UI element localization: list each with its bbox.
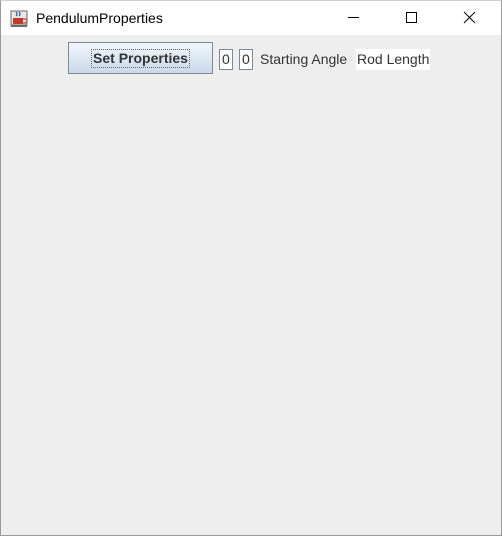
java-coffee-cup-icon[interactable]: [10, 8, 30, 28]
minimize-icon: [348, 17, 359, 18]
minimize-button[interactable]: [331, 1, 377, 35]
rod-length-label: Rod Length: [356, 49, 431, 70]
close-icon: [463, 11, 476, 24]
title-bar[interactable]: PendulumProperties: [1, 1, 501, 35]
close-button[interactable]: [446, 1, 492, 35]
window-title: PendulumProperties: [36, 10, 163, 26]
rod-length-field[interactable]: 0: [239, 49, 253, 70]
starting-angle-label: Starting Angle: [260, 51, 348, 67]
maximize-icon: [406, 12, 417, 23]
maximize-button[interactable]: [388, 1, 434, 35]
app-window: PendulumProperties Set Properties 0 0 St…: [0, 0, 502, 536]
starting-angle-field[interactable]: 0: [219, 49, 233, 70]
set-properties-button[interactable]: Set Properties: [68, 42, 213, 74]
set-properties-label: Set Properties: [91, 48, 190, 68]
content-panel: Set Properties 0 0 Starting Angle Rod Le…: [1, 35, 501, 535]
